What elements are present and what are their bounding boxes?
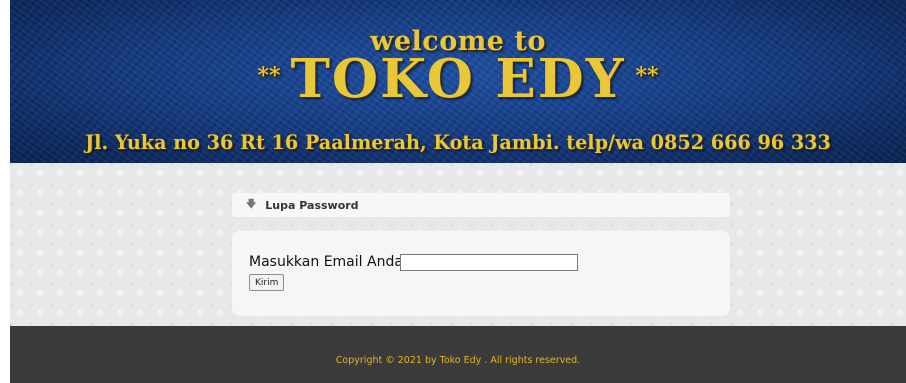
store-title: ** TOKO EDY ** xyxy=(10,53,906,106)
main-content: 🡇 Lupa Password Masukkan Email Anda : Ki… xyxy=(10,163,906,326)
footer: Copyright © 2021 by Toko Edy . All right… xyxy=(10,326,906,383)
store-address: Jl. Yuka no 36 Rt 16 Paalmerah, Kota Jam… xyxy=(85,131,831,154)
copyright-text: Copyright © 2021 by Toko Edy . All right… xyxy=(335,355,581,366)
forgot-password-form: Masukkan Email Anda : Kirim xyxy=(232,231,730,316)
email-field[interactable] xyxy=(400,254,578,271)
store-name: TOKO EDY xyxy=(290,48,626,110)
stars-right: ** xyxy=(635,63,659,89)
panel-title: Lupa Password xyxy=(265,198,359,212)
stars-left: ** xyxy=(257,63,281,89)
down-arrow-icon: 🡇 xyxy=(246,198,257,210)
send-button[interactable]: Kirim xyxy=(249,274,285,291)
panel-header: 🡇 Lupa Password xyxy=(232,193,730,217)
header-banner: welcome to ** TOKO EDY ** Jl. Yuka no 36 R… xyxy=(10,0,906,163)
page-frame: welcome to ** TOKO EDY ** Jl. Yuka no 36 R… xyxy=(10,0,906,383)
email-label: Masukkan Email Anda : xyxy=(249,254,413,270)
